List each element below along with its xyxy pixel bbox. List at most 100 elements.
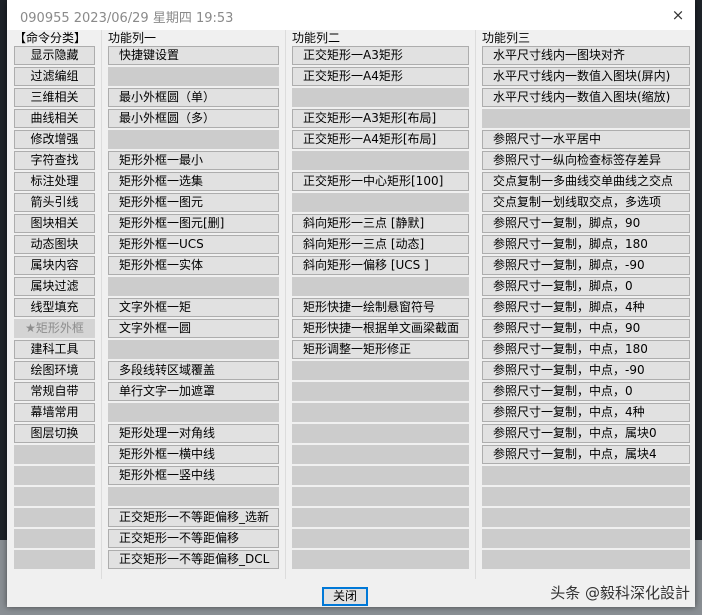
column-three-button[interactable]: 水平尺寸线内一数值入图块(屏内) bbox=[482, 67, 690, 86]
column-one-empty-button bbox=[108, 130, 279, 149]
column-one-button[interactable]: 多段线转区域覆盖 bbox=[108, 361, 279, 380]
column-two-button[interactable]: 斜向矩形一三点 [静默] bbox=[292, 214, 469, 233]
column-one-button[interactable]: 正交矩形一不等距偏移 bbox=[108, 529, 279, 548]
column-three-button[interactable]: 参照尺寸一纵向检查标签存差异 bbox=[482, 151, 690, 170]
column-three-empty-button bbox=[482, 109, 690, 128]
column-three-button[interactable]: 参照尺寸一复制，中点，属块4 bbox=[482, 445, 690, 464]
column-two-button[interactable]: 斜向矩形一三点 [动态] bbox=[292, 235, 469, 254]
column-two-empty-button bbox=[292, 361, 469, 380]
category-button[interactable]: 标注处理 bbox=[14, 172, 95, 191]
column-two-empty-button bbox=[292, 193, 469, 212]
category-empty-button bbox=[14, 529, 95, 548]
column-one-button[interactable]: 最小外框圆（多） bbox=[108, 109, 279, 128]
column-one-button[interactable]: 快捷键设置 bbox=[108, 46, 279, 65]
column-one-panel: 功能列一 快捷键设置 最小外框圆（单） 最小外框圆（多） 矩形外框一最小 矩形外框一选集… bbox=[102, 30, 286, 579]
column-three-button[interactable]: 参照尺寸一水平居中 bbox=[482, 130, 690, 149]
column-two-empty-button bbox=[292, 424, 469, 443]
column-one-button[interactable]: 矩形外框一UCS bbox=[108, 235, 279, 254]
column-two-button[interactable]: 正交矩形一A4矩形 bbox=[292, 67, 469, 86]
column-two-list: 正交矩形一A3矩形 正交矩形一A4矩形 正交矩形一A3矩形[布局] 正交矩形一A4矩形… bbox=[292, 46, 469, 569]
column-two-button[interactable]: 矩形快捷一根据单文画梁截面 bbox=[292, 319, 469, 338]
category-button[interactable]: 字符查找 bbox=[14, 151, 95, 170]
category-button[interactable]: 过滤编组 bbox=[14, 67, 95, 86]
category-button[interactable]: 幕墙常用 bbox=[14, 403, 95, 422]
column-three-button[interactable]: 水平尺寸线内一图块对齐 bbox=[482, 46, 690, 65]
column-one-button[interactable]: 矩形外框一图元 bbox=[108, 193, 279, 212]
column-two-panel: 功能列二 正交矩形一A3矩形 正交矩形一A4矩形 正交矩形一A3矩形[布局] 正交矩形… bbox=[286, 30, 476, 579]
column-three-empty-button bbox=[482, 466, 690, 485]
column-two-empty-button bbox=[292, 88, 469, 107]
column-one-button[interactable]: 文字外框一圆 bbox=[108, 319, 279, 338]
column-three-button[interactable]: 交点复制一多曲线交单曲线之交点 bbox=[482, 172, 690, 191]
category-button[interactable]: 修改增强 bbox=[14, 130, 95, 149]
column-two-button[interactable]: 矩形快捷一绘制悬窗符号 bbox=[292, 298, 469, 317]
column-one-button[interactable]: 单行文字一加遮罩 bbox=[108, 382, 279, 401]
category-button[interactable]: 常规自带 bbox=[14, 382, 95, 401]
column-two-empty-button bbox=[292, 487, 469, 506]
column-three-button[interactable]: 参照尺寸一复制，中点，0 bbox=[482, 382, 690, 401]
close-icon[interactable]: × bbox=[667, 4, 689, 26]
column-two-button[interactable]: 正交矩形一A3矩形[布局] bbox=[292, 109, 469, 128]
column-one-button[interactable]: 矩形外框一选集 bbox=[108, 172, 279, 191]
category-empty-button bbox=[14, 550, 95, 569]
category-button[interactable]: 绘图环境 bbox=[14, 361, 95, 380]
column-two-empty-button bbox=[292, 529, 469, 548]
category-button[interactable]: 属块过滤 bbox=[14, 277, 95, 296]
column-two-empty-button bbox=[292, 403, 469, 422]
column-one-button[interactable]: 最小外框圆（单） bbox=[108, 88, 279, 107]
column-two-empty-button bbox=[292, 382, 469, 401]
title-bar: 090955 2023/06/29 星期四 19:53 × bbox=[7, 0, 695, 30]
column-three-button[interactable]: 参照尺寸一复制，脚点，90 bbox=[482, 214, 690, 233]
column-one-empty-button bbox=[108, 67, 279, 86]
column-three-button[interactable]: 参照尺寸一复制，脚点，0 bbox=[482, 277, 690, 296]
column-one-button[interactable]: 正交矩形一不等距偏移_DCL bbox=[108, 550, 279, 569]
column-one-button[interactable]: 矩形处理一对角线 bbox=[108, 424, 279, 443]
column-three-button[interactable]: 参照尺寸一复制，中点，180 bbox=[482, 340, 690, 359]
column-two-empty-button bbox=[292, 277, 469, 296]
column-two-button[interactable]: 正交矩形一A4矩形[布局] bbox=[292, 130, 469, 149]
column-three-button[interactable]: 水平尺寸线内一数值入图块(缩放) bbox=[482, 88, 690, 107]
category-button[interactable]: 显示隐藏 bbox=[14, 46, 95, 65]
category-header: 【命令分类】 bbox=[14, 31, 87, 45]
column-two-empty-button bbox=[292, 466, 469, 485]
category-button[interactable]: 属块内容 bbox=[14, 256, 95, 275]
column-two-empty-button bbox=[292, 508, 469, 527]
column-one-button[interactable]: 矩形外框一实体 bbox=[108, 256, 279, 275]
category-button[interactable]: 图层切换 bbox=[14, 424, 95, 443]
column-one-button[interactable]: 矩形外框一竖中线 bbox=[108, 466, 279, 485]
column-two-button[interactable]: 矩形调整一矩形修正 bbox=[292, 340, 469, 359]
column-one-button[interactable]: 矩形外框一最小 bbox=[108, 151, 279, 170]
column-three-button[interactable]: 参照尺寸一复制，脚点，180 bbox=[482, 235, 690, 254]
column-two-header: 功能列二 bbox=[292, 31, 341, 45]
category-empty-button bbox=[14, 508, 95, 527]
category-button[interactable]: ★矩形外框 bbox=[14, 319, 95, 338]
column-one-empty-button bbox=[108, 487, 279, 506]
column-three-button[interactable]: 交点复制一划线取交点，多选项 bbox=[482, 193, 690, 212]
column-three-button[interactable]: 参照尺寸一复制，中点，-90 bbox=[482, 361, 690, 380]
column-two-button[interactable]: 正交矩形一A3矩形 bbox=[292, 46, 469, 65]
column-one-button[interactable]: 矩形外框一图元[删] bbox=[108, 214, 279, 233]
column-two-empty-button bbox=[292, 445, 469, 464]
category-button[interactable]: 动态图块 bbox=[14, 235, 95, 254]
column-three-button[interactable]: 参照尺寸一复制，中点，属块0 bbox=[482, 424, 690, 443]
column-three-button[interactable]: 参照尺寸一复制，脚点，4种 bbox=[482, 298, 690, 317]
category-button[interactable]: 线型填充 bbox=[14, 298, 95, 317]
column-one-button[interactable]: 文字外框一矩 bbox=[108, 298, 279, 317]
category-button[interactable]: 三维相关 bbox=[14, 88, 95, 107]
column-one-button[interactable]: 矩形外框一横中线 bbox=[108, 445, 279, 464]
column-three-empty-button bbox=[482, 508, 690, 527]
category-button[interactable]: 箭头引线 bbox=[14, 193, 95, 212]
column-one-button[interactable]: 正交矩形一不等距偏移_选新 bbox=[108, 508, 279, 527]
column-three-empty-button bbox=[482, 487, 690, 506]
category-button[interactable]: 图块相关 bbox=[14, 214, 95, 233]
column-two-button[interactable]: 正交矩形一中心矩形[100] bbox=[292, 172, 469, 191]
category-button[interactable]: 曲线相关 bbox=[14, 109, 95, 128]
column-three-button[interactable]: 参照尺寸一复制，脚点，-90 bbox=[482, 256, 690, 275]
column-three-button[interactable]: 参照尺寸一复制，中点，90 bbox=[482, 319, 690, 338]
category-button[interactable]: 建科工具 bbox=[14, 340, 95, 359]
column-three-button[interactable]: 参照尺寸一复制，中点，4种 bbox=[482, 403, 690, 422]
column-one-list: 快捷键设置最小外框圆（单） 最小外框圆（多） 矩形外框一最小 矩形外框一选集 矩形外框一… bbox=[108, 46, 279, 569]
column-two-button[interactable]: 斜向矩形一偏移 [UCS ] bbox=[292, 256, 469, 275]
close-button[interactable]: 关闭 bbox=[322, 587, 368, 606]
column-three-empty-button bbox=[482, 550, 690, 569]
